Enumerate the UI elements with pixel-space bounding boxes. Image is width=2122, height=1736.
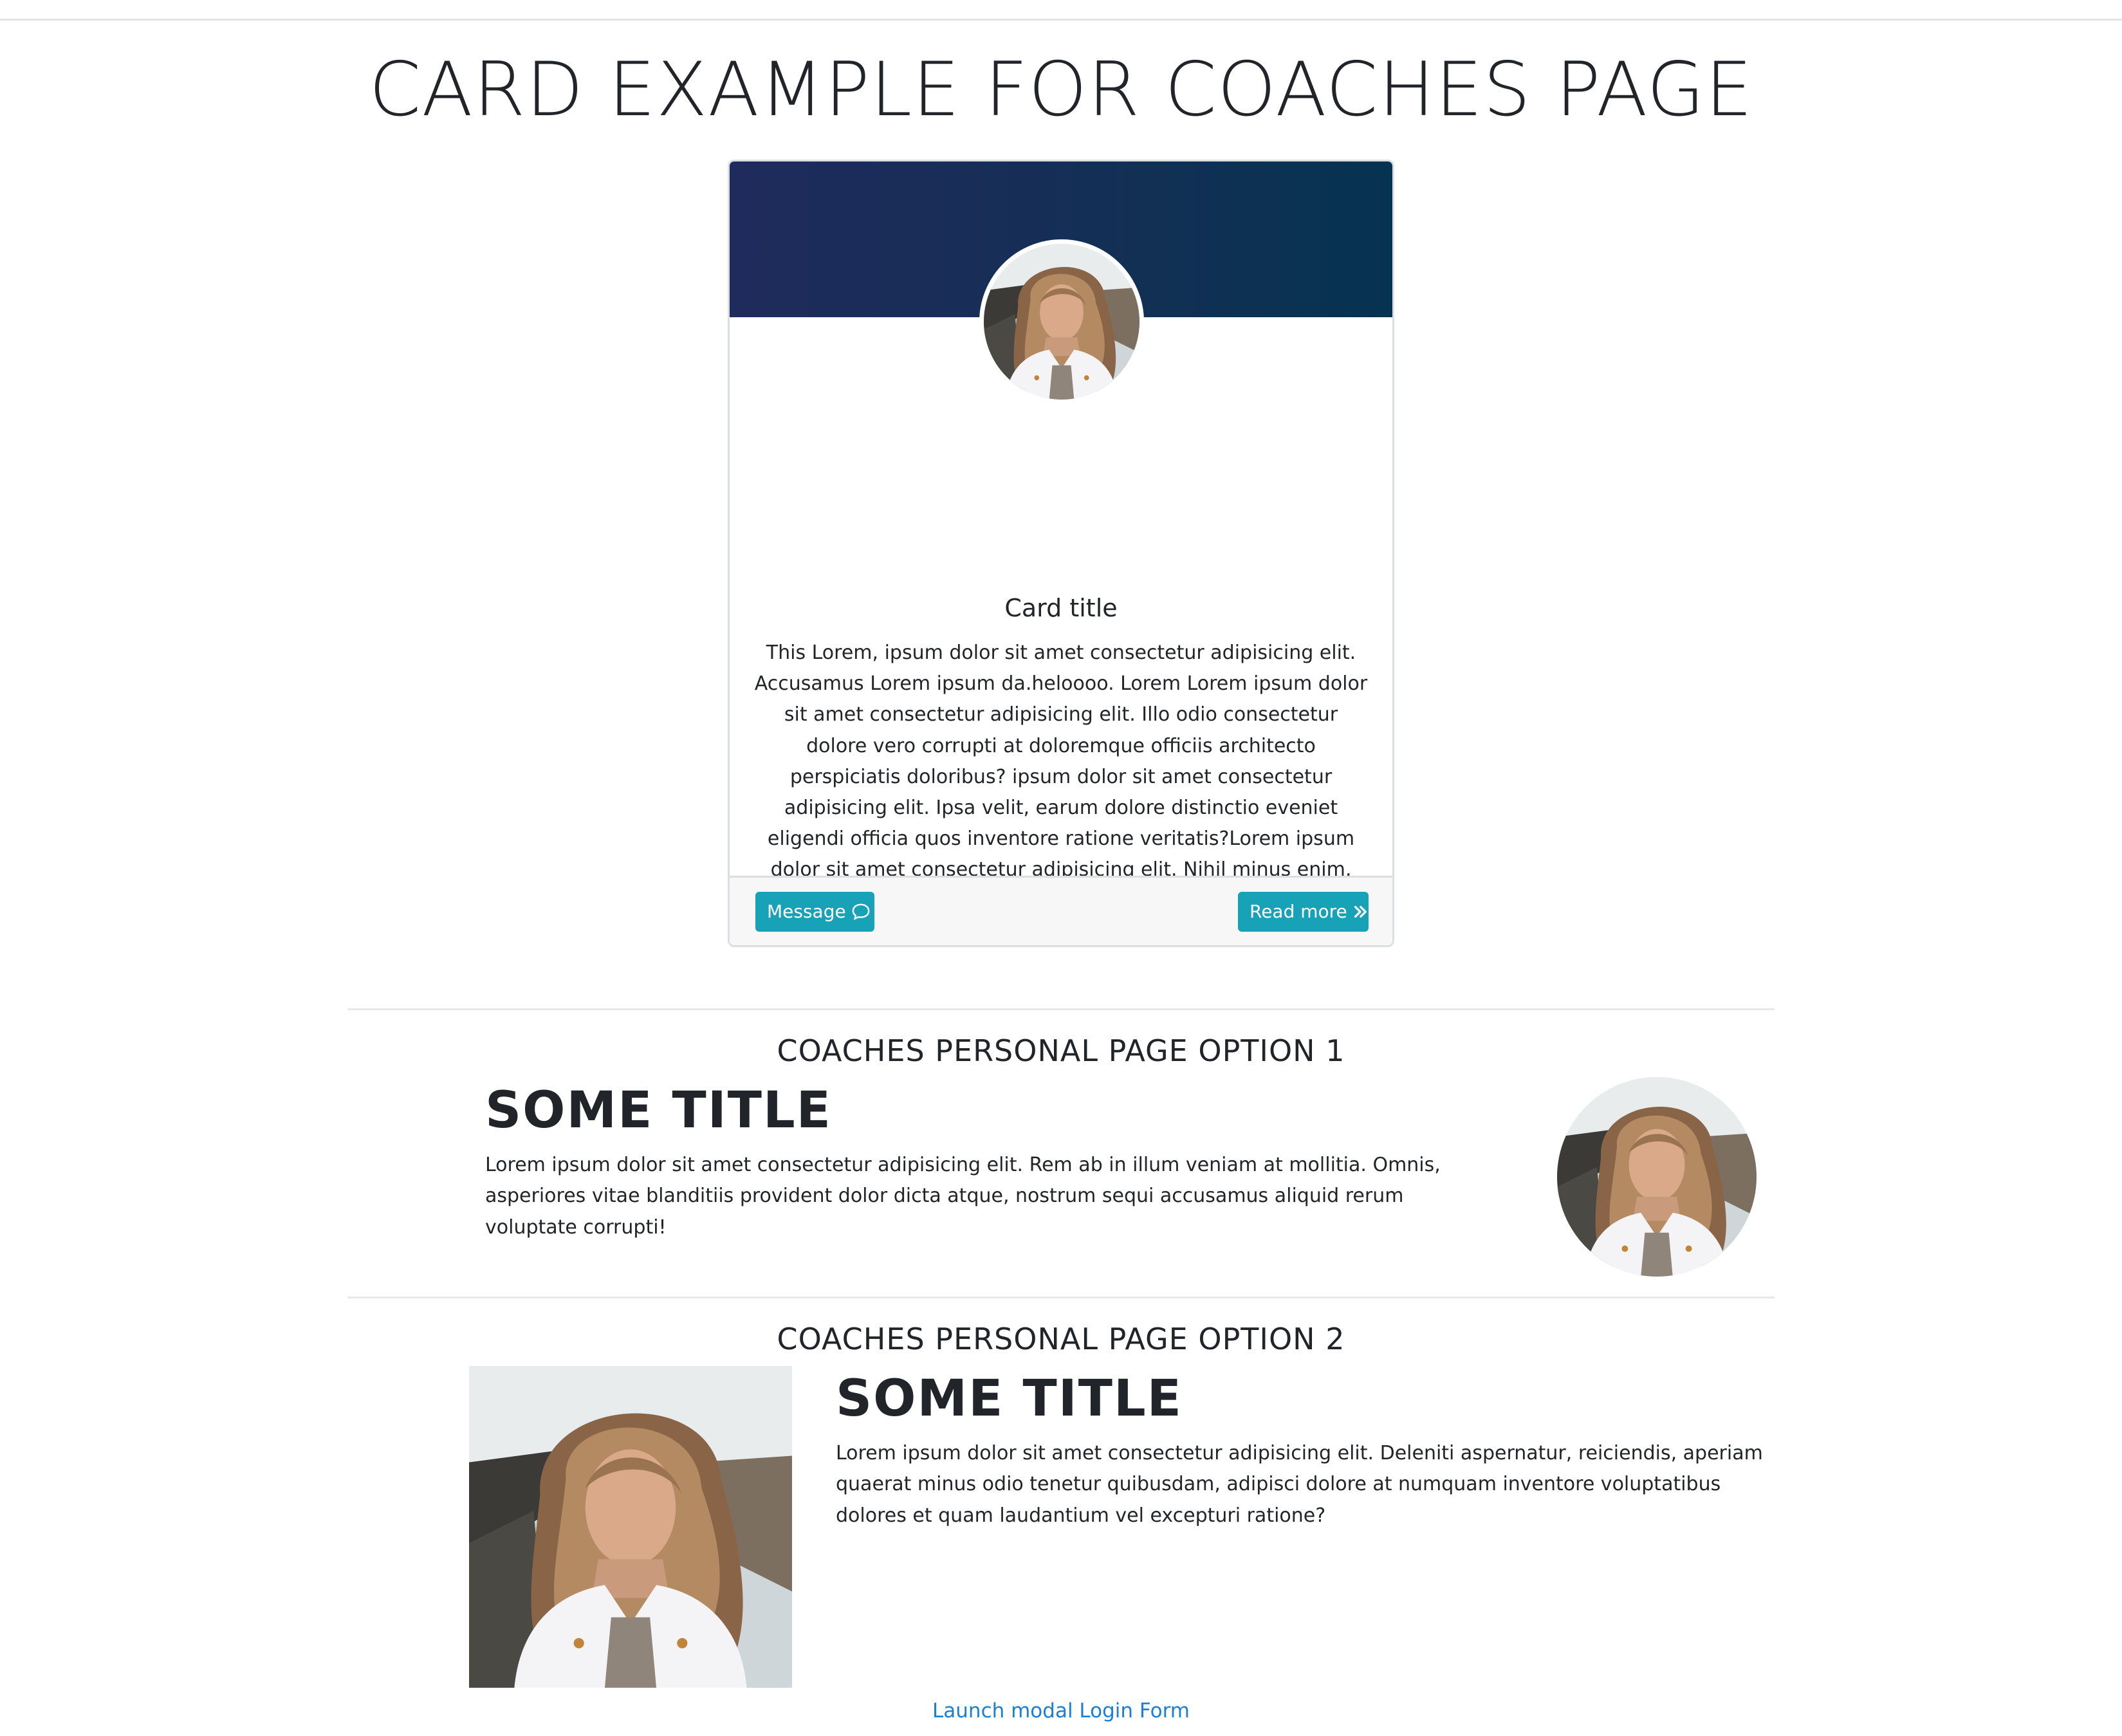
option1-heading: COACHES PERSONAL PAGE OPTION 1 (777, 1033, 1345, 1068)
option2-text: Lorem ipsum dolor sit amet consectetur a… (836, 1442, 1763, 1527)
double-chevron-right-icon (1352, 904, 1368, 919)
section-divider (347, 1008, 1775, 1010)
message-button-label: Message (767, 901, 846, 922)
option1-coach-photo (1557, 1077, 1757, 1277)
option1-title: SOME TITLE (485, 1082, 832, 1140)
launch-modal-login-link-label[interactable]: Launch modal Login Form (932, 1699, 1190, 1722)
message-button[interactable]: Message (755, 892, 874, 932)
card-title: Card title (1004, 594, 1118, 622)
read-more-button[interactable]: Read more (1238, 892, 1369, 932)
page-title: CARD EXAMPLE FOR COACHES PAGE (369, 46, 1753, 133)
launch-modal-login-link[interactable]: Launch modal Login Form (0, 1697, 2122, 1725)
section-divider (347, 1297, 1775, 1298)
coach-card: Card title This Lorem, ipsum dolor sit a… (728, 160, 1394, 947)
top-border (0, 0, 2122, 21)
read-more-button-label: Read more (1250, 901, 1347, 922)
coach-avatar (979, 239, 1144, 404)
option2-heading: COACHES PERSONAL PAGE OPTION 2 (777, 1322, 1345, 1356)
chat-bubble-icon (851, 903, 871, 921)
option2-title: SOME TITLE (836, 1370, 1183, 1428)
option2-coach-photo (469, 1366, 792, 1688)
option1-text: Lorem ipsum dolor sit amet consectetur a… (485, 1154, 1441, 1239)
card-footer: Message Read more (730, 876, 1392, 945)
